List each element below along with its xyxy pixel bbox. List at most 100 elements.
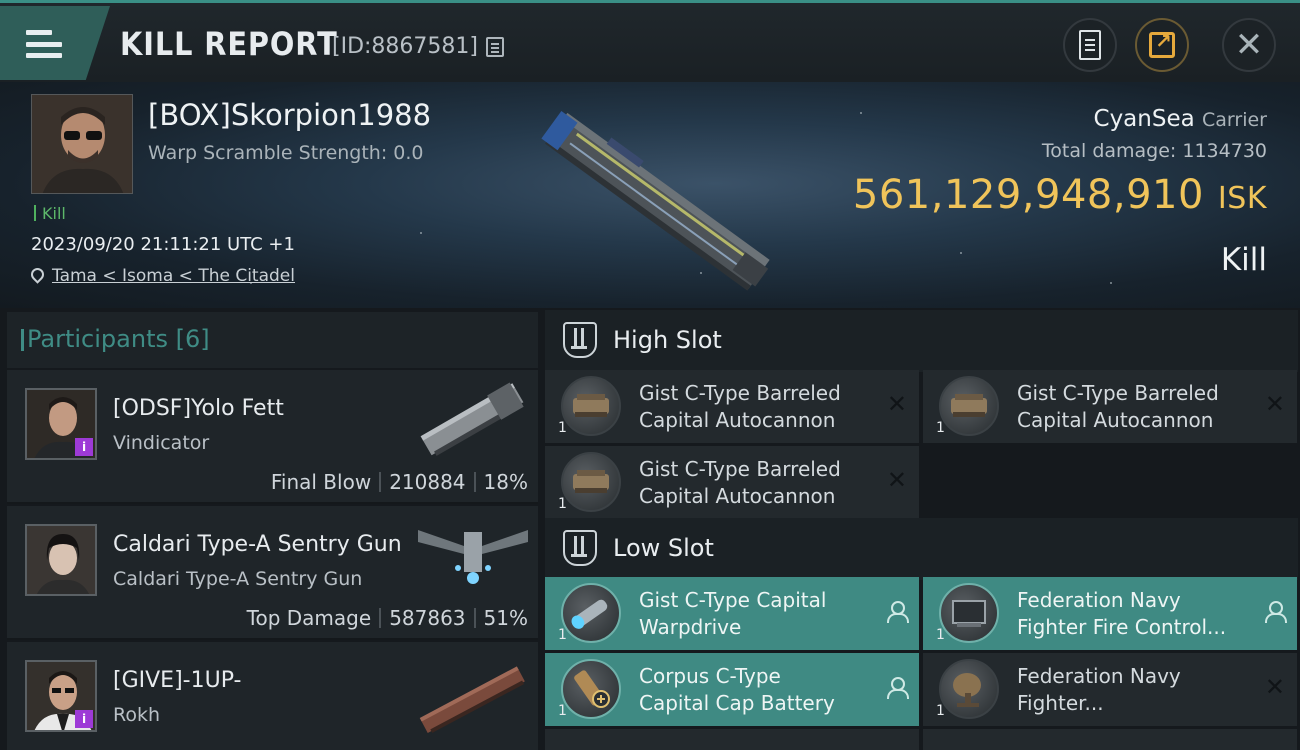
participant-ship-image bbox=[420, 382, 524, 456]
victim-banner: [BOX]Skorpion1988 Warp Scramble Strength… bbox=[0, 82, 1300, 308]
share-button[interactable] bbox=[1135, 18, 1189, 72]
participant-row[interactable]: i [GIVE]-1UP- Rokh bbox=[7, 642, 538, 750]
participant-ship: Caldari Type-A Sentry Gun bbox=[113, 568, 363, 590]
module-quantity: 1 bbox=[558, 420, 567, 436]
kill-timestamp: 2023/09/20 21:11:21 UTC +1 bbox=[31, 234, 295, 255]
menu-icon bbox=[26, 30, 62, 58]
high-slot-header: High Slot bbox=[545, 310, 1298, 372]
module-item[interactable] bbox=[923, 729, 1297, 750]
participants-header[interactable]: Participants [6] bbox=[7, 312, 538, 368]
close-icon: ✕ bbox=[1234, 25, 1264, 65]
low-slot-title: Low Slot bbox=[613, 534, 714, 562]
participant-role: Top Damage bbox=[246, 606, 372, 630]
total-damage-value: 1134730 bbox=[1182, 140, 1267, 162]
victim-portrait[interactable] bbox=[31, 94, 133, 194]
participant-percent: 51% bbox=[483, 606, 528, 630]
corp-badge: i bbox=[75, 710, 93, 728]
close-mark-icon: ✕ bbox=[886, 466, 907, 494]
close-button[interactable]: ✕ bbox=[1222, 18, 1276, 72]
module-quantity: 1 bbox=[558, 496, 567, 512]
user-icon bbox=[887, 677, 909, 699]
participant-name: [GIVE]-1UP- bbox=[113, 668, 242, 693]
participant-name: Caldari Type-A Sentry Gun bbox=[113, 532, 402, 557]
clipboard-button[interactable] bbox=[1063, 18, 1117, 72]
location-link[interactable]: Tama < Isoma < The Citadel bbox=[52, 266, 295, 286]
share-icon bbox=[1149, 29, 1175, 58]
module-name: Gist C-Type Barreled Capital Autocannon bbox=[1017, 381, 1219, 432]
total-damage: Total damage: 1134730 bbox=[1042, 140, 1267, 162]
module-quantity: 1 bbox=[558, 703, 567, 719]
participant-stats: Final Blow 210884 18% bbox=[271, 470, 528, 494]
participant-role: Final Blow bbox=[270, 470, 372, 494]
total-damage-label: Total damage: bbox=[1041, 140, 1177, 162]
participant-portrait: i bbox=[25, 388, 97, 460]
module-icon bbox=[939, 659, 999, 719]
module-icon bbox=[939, 583, 999, 643]
module-item[interactable]: 1 Gist C-Type Barreled Capital Autocannon… bbox=[545, 446, 919, 519]
clipboard-icon bbox=[1079, 30, 1101, 60]
participant-portrait: i bbox=[25, 660, 97, 732]
warp-scramble-strength: Warp Scramble Strength: 0.0 bbox=[148, 142, 424, 164]
participant-percent: 18% bbox=[483, 470, 528, 494]
module-name: Gist C-Type Barreled Capital Autocannon bbox=[639, 457, 841, 508]
slot-icon bbox=[563, 322, 597, 358]
module-item[interactable]: 1 Gist C-Type Capital Warpdrive bbox=[545, 577, 919, 650]
participant-ship: Rokh bbox=[113, 704, 161, 726]
participant-damage: 210884 bbox=[389, 470, 466, 494]
close-mark-icon: ✕ bbox=[1264, 390, 1285, 418]
close-mark-icon: ✕ bbox=[886, 390, 907, 418]
victim-name[interactable]: [BOX]Skorpion1988 bbox=[148, 98, 431, 132]
participant-ship: Vindicator bbox=[113, 432, 210, 454]
isk-value: 561,129,948,910 ISK bbox=[853, 172, 1267, 218]
victim-corp: CyanSea Carrier bbox=[1094, 106, 1267, 132]
kill-id: [ID:8867581] bbox=[332, 34, 478, 59]
top-bar: KILL REPORT [ID:8867581] ✕ bbox=[0, 0, 1300, 82]
slot-icon bbox=[563, 530, 597, 566]
participant-ship-image bbox=[419, 666, 525, 734]
location-pin-icon bbox=[28, 265, 47, 284]
module-name: Gist C-Type Barreled Capital Autocannon bbox=[639, 381, 841, 432]
module-item[interactable]: 1 Gist C-Type Barreled Capital Autocannon… bbox=[923, 370, 1297, 443]
module-icon bbox=[561, 376, 621, 436]
module-item[interactable]: 1 Gist C-Type Barreled Capital Autocannon… bbox=[545, 370, 919, 443]
participant-portrait bbox=[25, 524, 97, 596]
module-item[interactable]: 1 Federation Navy Fighter... ✕ bbox=[923, 653, 1297, 726]
copy-icon[interactable] bbox=[486, 37, 504, 57]
participant-stats: Top Damage 587863 51% bbox=[247, 606, 528, 630]
kill-report-window: KILL REPORT [ID:8867581] ✕ bbox=[0, 0, 1300, 750]
module-name: Federation Navy Fighter... bbox=[1017, 664, 1181, 715]
user-icon bbox=[887, 601, 909, 623]
ship-class: Carrier bbox=[1202, 109, 1267, 131]
participants-title: Participants [6] bbox=[21, 325, 210, 353]
module-item[interactable] bbox=[545, 729, 919, 750]
menu-button[interactable] bbox=[0, 6, 110, 80]
close-mark-icon: ✕ bbox=[1264, 673, 1285, 701]
kill-result: Kill bbox=[1220, 242, 1267, 278]
module-icon bbox=[561, 659, 621, 719]
module-name: Gist C-Type Capital Warpdrive bbox=[639, 588, 827, 639]
participant-row[interactable]: Caldari Type-A Sentry Gun Caldari Type-A… bbox=[7, 506, 538, 640]
module-quantity: 1 bbox=[936, 420, 945, 436]
participants-label: Participants bbox=[27, 325, 168, 353]
corp-badge: i bbox=[75, 438, 93, 456]
high-slot-title: High Slot bbox=[613, 326, 722, 354]
participants-count: [6] bbox=[175, 325, 210, 353]
participant-name: [ODSF]Yolo Fett bbox=[113, 396, 284, 421]
low-slot-header: Low Slot bbox=[545, 518, 1298, 580]
user-icon bbox=[1265, 601, 1287, 623]
participant-ship-image bbox=[418, 530, 528, 584]
kill-location[interactable]: Tama < Isoma < The Citadel bbox=[28, 265, 295, 286]
module-name: Federation Navy Fighter Fire Control... bbox=[1017, 588, 1227, 639]
module-item[interactable]: 1 Federation Navy Fighter Fire Control... bbox=[923, 577, 1297, 650]
module-item[interactable]: 1 Corpus C-Type Capital Cap Battery bbox=[545, 653, 919, 726]
module-icon bbox=[561, 452, 621, 512]
module-quantity: 1 bbox=[558, 627, 567, 643]
module-icon bbox=[561, 583, 621, 643]
participant-row[interactable]: i [ODSF]Yolo Fett Vindicator Final Blow 2… bbox=[7, 370, 538, 504]
victim-ship-image bbox=[541, 111, 770, 291]
page-title: KILL REPORT bbox=[120, 25, 338, 63]
isk-unit: ISK bbox=[1217, 181, 1267, 216]
kill-type-tag: Kill bbox=[34, 204, 66, 223]
corp-name: CyanSea bbox=[1093, 106, 1195, 132]
module-name: Corpus C-Type Capital Cap Battery bbox=[639, 664, 835, 715]
